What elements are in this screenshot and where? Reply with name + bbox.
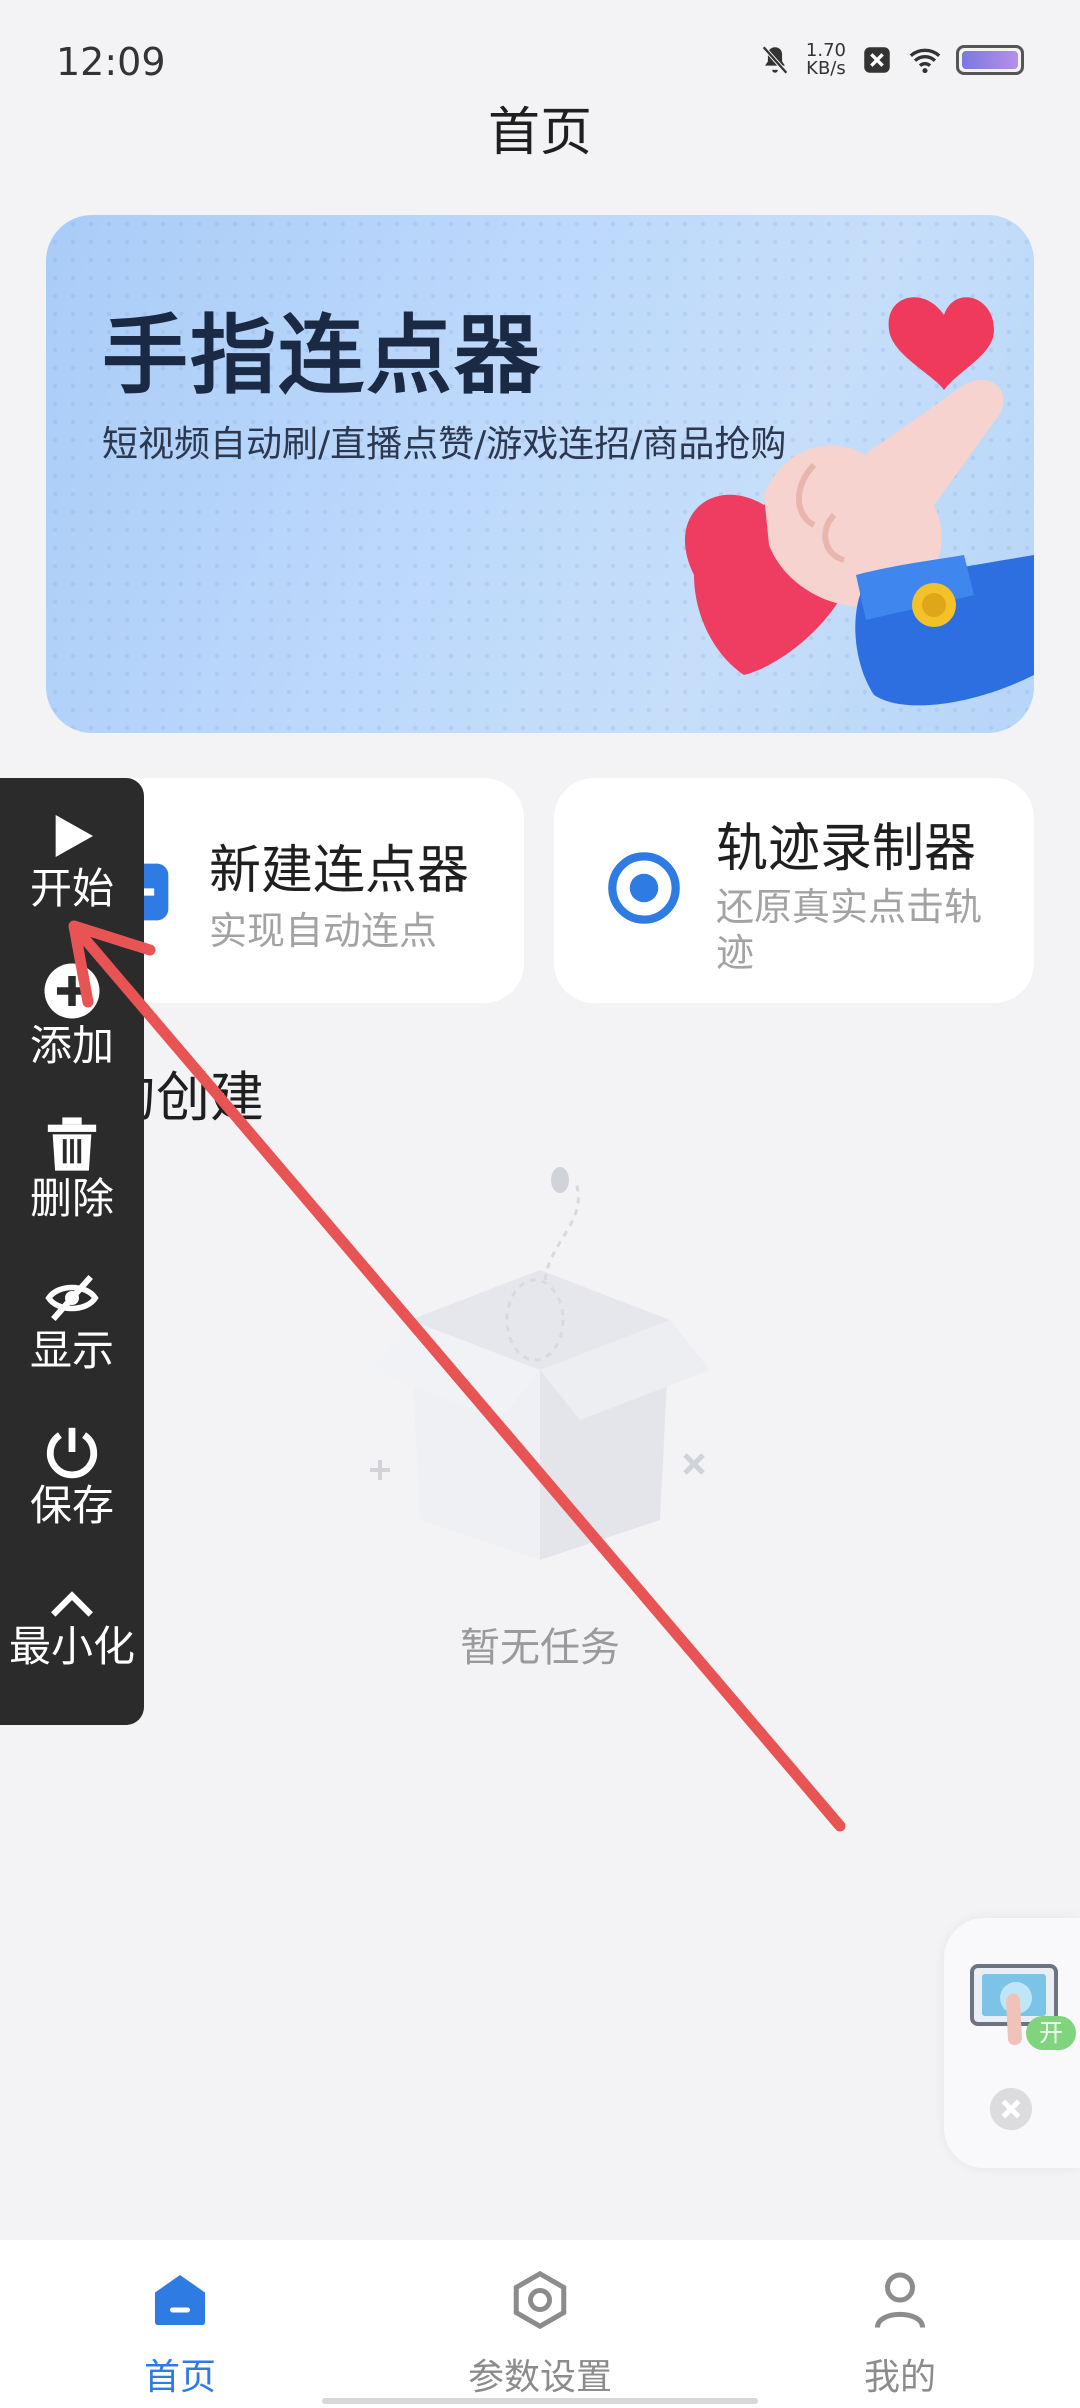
close-box-icon <box>864 47 890 73</box>
wifi-icon <box>909 48 941 74</box>
widget-close-icon[interactable] <box>988 2086 1034 2132</box>
person-icon <box>875 2272 925 2329</box>
nav-profile-label: 我的 <box>863 2357 936 2398</box>
nav-settings[interactable]: 参数设置 <box>360 2240 720 2408</box>
empty-state-text: 暂无任务 <box>460 1625 620 1671</box>
auto-clicker-switch-icon: 开 <box>970 1964 1076 2050</box>
nav-home[interactable]: 首页 <box>0 2240 360 2408</box>
bell-muted-icon <box>762 45 788 75</box>
play-icon <box>55 815 93 857</box>
chevron-up-icon <box>51 1591 93 1617</box>
nav-settings-label: 参数设置 <box>467 2357 612 2398</box>
new-clicker-subtitle: 实现自动连点 <box>209 909 438 953</box>
eye-off-icon <box>45 1274 99 1322</box>
floating-widget[interactable]: 开 <box>944 1918 1080 2168</box>
toolbar-delete-label: 删除 <box>29 1174 114 1223</box>
banner-title: 手指连点器 <box>102 306 542 406</box>
home-indicator <box>322 2398 758 2404</box>
net-speed: 1.70 KB/s <box>805 40 846 79</box>
toolbar-add-label: 添加 <box>29 1021 114 1070</box>
new-clicker-title: 新建连点器 <box>209 841 470 901</box>
track-recorder-subtitle: 还原真实点击轨迹 <box>716 885 983 975</box>
track-recorder-card[interactable]: 轨迹录制器 还原真实点击轨迹 <box>554 778 1034 1003</box>
promo-banner[interactable]: 手指连点器 短视频自动刷/直播点赞/游戏连招/商品抢购 <box>46 215 1034 733</box>
floating-toolbar: 开始 添加 删除 显示 保存 最小化 <box>0 778 144 1725</box>
nav-home-label: 首页 <box>143 2357 216 2398</box>
home-icon <box>155 2275 205 2325</box>
toolbar-minimize-label: 最小化 <box>8 1622 135 1671</box>
toolbar-delete-button[interactable]: 删除 <box>0 1114 144 1224</box>
status-time: 12:09 <box>56 40 166 84</box>
toolbar-show-button[interactable]: 显示 <box>0 1270 144 1376</box>
battery-icon <box>956 45 1024 75</box>
toolbar-save-label: 保存 <box>29 1481 114 1530</box>
toolbar-show-label: 显示 <box>29 1326 114 1375</box>
toolbar-add-button[interactable]: 添加 <box>0 961 144 1071</box>
toolbar-save-button[interactable]: 保存 <box>0 1423 144 1531</box>
bottom-nav: 首页 参数设置 我的 <box>0 2240 1080 2408</box>
record-target-icon <box>608 852 680 924</box>
plus-circle-icon <box>44 963 100 1019</box>
toolbar-start-button[interactable]: 开始 <box>0 808 144 914</box>
widget-badge: 开 <box>1039 2019 1063 2047</box>
toolbar-start-label: 开始 <box>29 864 114 913</box>
finger-heart-illustration <box>684 297 1034 706</box>
power-icon <box>46 1427 98 1479</box>
page-title: 首页 <box>487 103 592 163</box>
nav-profile[interactable]: 我的 <box>720 2240 1080 2408</box>
empty-box-illustration <box>370 1167 710 1560</box>
toolbar-minimize-button[interactable]: 最小化 <box>0 1586 144 1672</box>
status-icons: 1.70 KB/s <box>758 42 1024 78</box>
hexagon-settings-icon <box>513 2270 567 2330</box>
track-recorder-title: 轨迹录制器 <box>716 819 977 879</box>
trash-icon <box>47 1117 97 1171</box>
